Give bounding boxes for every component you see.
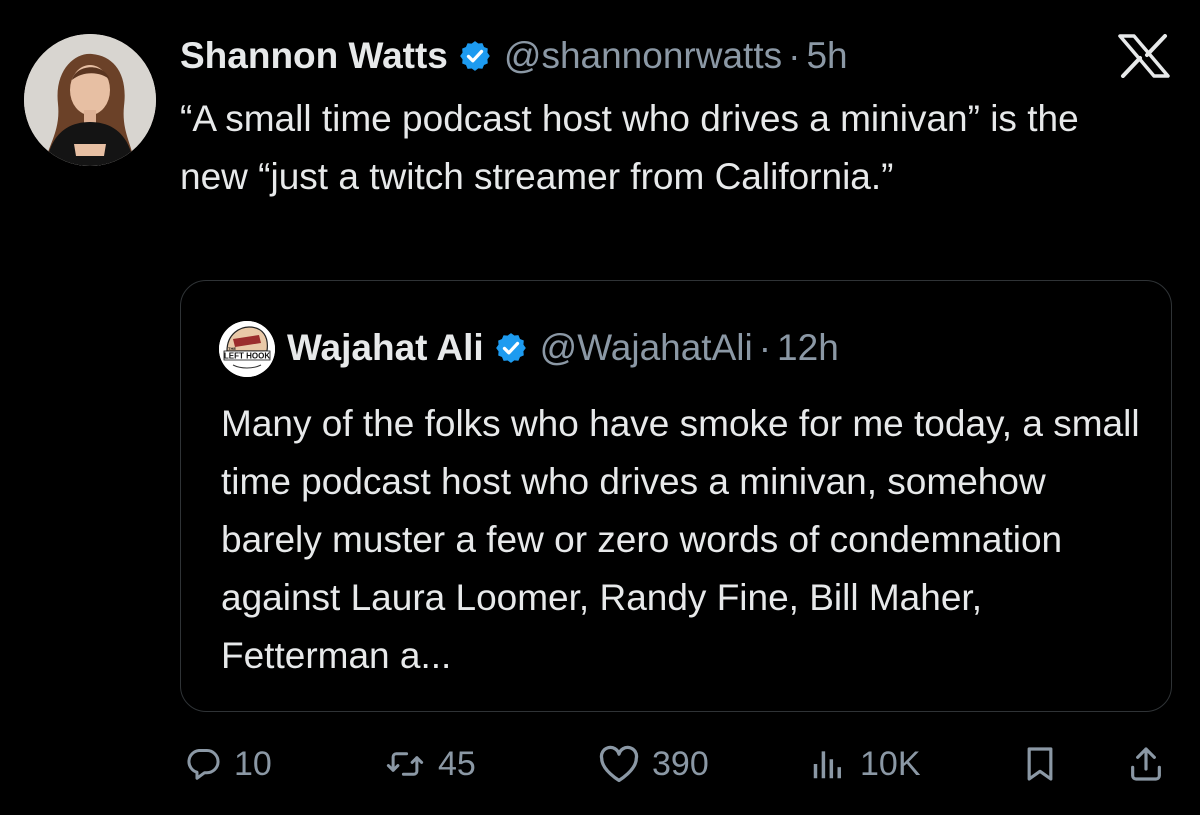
quoted-author-name[interactable]: Wajahat Ali (287, 327, 484, 369)
bookmark-icon (1020, 744, 1060, 784)
tweet-action-bar: 10 45 390 10K (0, 736, 1200, 792)
quoted-author-avatar[interactable]: LEFT HOOK THE (219, 321, 275, 377)
quoted-tweet-header: Wajahat Ali @WajahatAli · 12h (287, 319, 839, 377)
quoted-tweet-card[interactable]: LEFT HOOK THE Wajahat Ali @WajahatAli · … (180, 280, 1172, 712)
x-logo-icon[interactable] (1118, 34, 1170, 78)
views-count: 10K (860, 744, 921, 783)
author-handle[interactable]: @shannonrwatts (504, 35, 782, 77)
repost-count: 45 (438, 744, 476, 783)
verified-badge-icon[interactable] (494, 331, 528, 365)
like-count: 390 (652, 744, 709, 783)
quoted-author-handle[interactable]: @WajahatAli (540, 327, 753, 369)
header-separator: · (788, 35, 801, 76)
tweet-header: Shannon Watts @shannonrwatts · 5h (180, 28, 848, 84)
reply-button[interactable]: 10 (184, 736, 272, 792)
views-icon (808, 745, 848, 783)
quoted-avatar-text: LEFT HOOK (224, 352, 270, 361)
quoted-avatar-text-top: THE (228, 346, 236, 351)
left-hook-logo-icon: LEFT HOOK THE (219, 321, 275, 377)
author-avatar-image (24, 34, 156, 166)
heart-icon (598, 745, 640, 783)
verified-badge-icon[interactable] (458, 39, 492, 73)
tweet-text: “A small time podcast host who drives a … (180, 98, 1079, 197)
reply-count: 10 (234, 744, 272, 783)
share-button[interactable] (1126, 736, 1178, 792)
share-icon (1126, 744, 1166, 784)
views-button[interactable]: 10K (808, 736, 921, 792)
author-avatar[interactable] (24, 34, 156, 166)
quoted-tweet-text: Many of the folks who have smoke for me … (221, 403, 1140, 676)
repost-button[interactable]: 45 (384, 736, 476, 792)
tweet-timestamp[interactable]: 5h (806, 35, 847, 77)
quoted-header-separator: · (758, 327, 772, 368)
repost-icon (384, 745, 426, 783)
bookmark-button[interactable] (1020, 736, 1072, 792)
like-button[interactable]: 390 (598, 736, 709, 792)
reply-icon (184, 745, 222, 783)
author-name[interactable]: Shannon Watts (180, 35, 448, 77)
quoted-tweet-timestamp[interactable]: 12h (777, 327, 839, 369)
